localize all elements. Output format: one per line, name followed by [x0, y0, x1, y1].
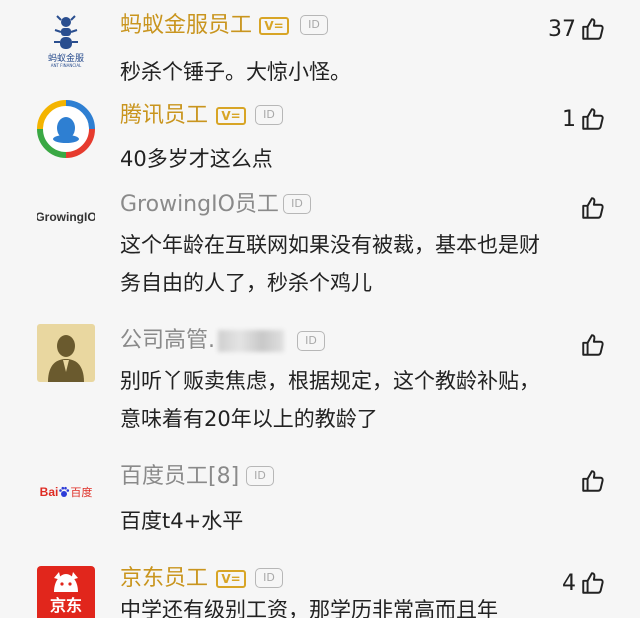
comment-text: 这个年龄在互联网如果没有被裁，基本也是财务自由的人了，秒杀个鸡儿: [120, 233, 540, 295]
like-button[interactable]: [576, 466, 606, 496]
blurred-name-mask: [218, 330, 284, 352]
avatar-logo-subtext: ANT FINANCIAL: [50, 63, 82, 68]
thumbs-up-icon: [582, 334, 604, 356]
executive-avatar-icon: [48, 335, 84, 382]
id-badge: ID: [300, 15, 328, 35]
thumbs-up-icon: [582, 18, 604, 40]
thumbs-up-icon: [582, 572, 604, 594]
verified-badge: V=: [259, 17, 289, 35]
verified-badge: V=: [216, 107, 246, 125]
comment-text: 百度t4+水平: [120, 509, 244, 533]
like-count: 4: [562, 570, 576, 596]
like-count: 37: [548, 16, 576, 42]
tencent-logo-icon: [37, 100, 95, 158]
like-button[interactable]: 1: [562, 104, 606, 134]
baidu-logo-text-right: 百度: [70, 486, 93, 499]
baidu-logo-text-left: Bai: [39, 485, 59, 499]
comment-text: 别听丫贩卖焦虑，根据规定，这个教龄补贴，意味着有20年以上的教龄了: [120, 369, 540, 431]
username[interactable]: 蚂蚁金服员工: [120, 13, 252, 39]
username[interactable]: 公司高管.: [120, 328, 215, 354]
baidu-paw-icon: [59, 486, 70, 497]
comment-text: 40多岁才这么点: [120, 147, 273, 171]
thumbs-up-icon: [582, 470, 604, 492]
avatar[interactable]: [37, 100, 95, 158]
avatar[interactable]: [37, 324, 95, 382]
comment-text: 秒杀个锤子。大惊小怪。: [120, 60, 351, 84]
username[interactable]: 京东员工: [120, 566, 208, 592]
jd-dog-logo-icon: [54, 572, 78, 592]
like-button[interactable]: 37: [548, 14, 606, 44]
comment-text: 中学还有级别工资，那学历非常高而且年: [120, 598, 560, 618]
like-count: 1: [562, 106, 576, 132]
username[interactable]: 百度员工[8]: [120, 464, 239, 490]
username[interactable]: GrowingIO员工: [120, 192, 279, 218]
avatar[interactable]: 京东: [37, 566, 95, 618]
like-button[interactable]: [576, 330, 606, 360]
like-button[interactable]: [576, 193, 606, 223]
avatar[interactable]: GrowingIO: [37, 188, 95, 246]
id-badge: ID: [246, 466, 274, 486]
username[interactable]: 腾讯员工: [120, 103, 208, 129]
avatar-logo-text: 京东: [49, 596, 82, 615]
id-badge: ID: [255, 105, 283, 125]
growingio-logo-icon: GrowingIO: [37, 210, 95, 224]
verified-badge: V=: [216, 570, 246, 588]
id-badge: ID: [297, 331, 325, 351]
thumbs-up-icon: [582, 108, 604, 130]
like-button[interactable]: 4: [562, 568, 606, 598]
id-badge: ID: [255, 568, 283, 588]
avatar[interactable]: 蚂蚁金服 ANT FINANCIAL: [37, 12, 95, 70]
id-badge: ID: [283, 194, 311, 214]
comment-text-line: 中学还有级别工资，那学历非常高而且年: [120, 598, 498, 618]
thumbs-up-icon: [582, 197, 604, 219]
avatar[interactable]: Bai 百度: [37, 463, 95, 521]
